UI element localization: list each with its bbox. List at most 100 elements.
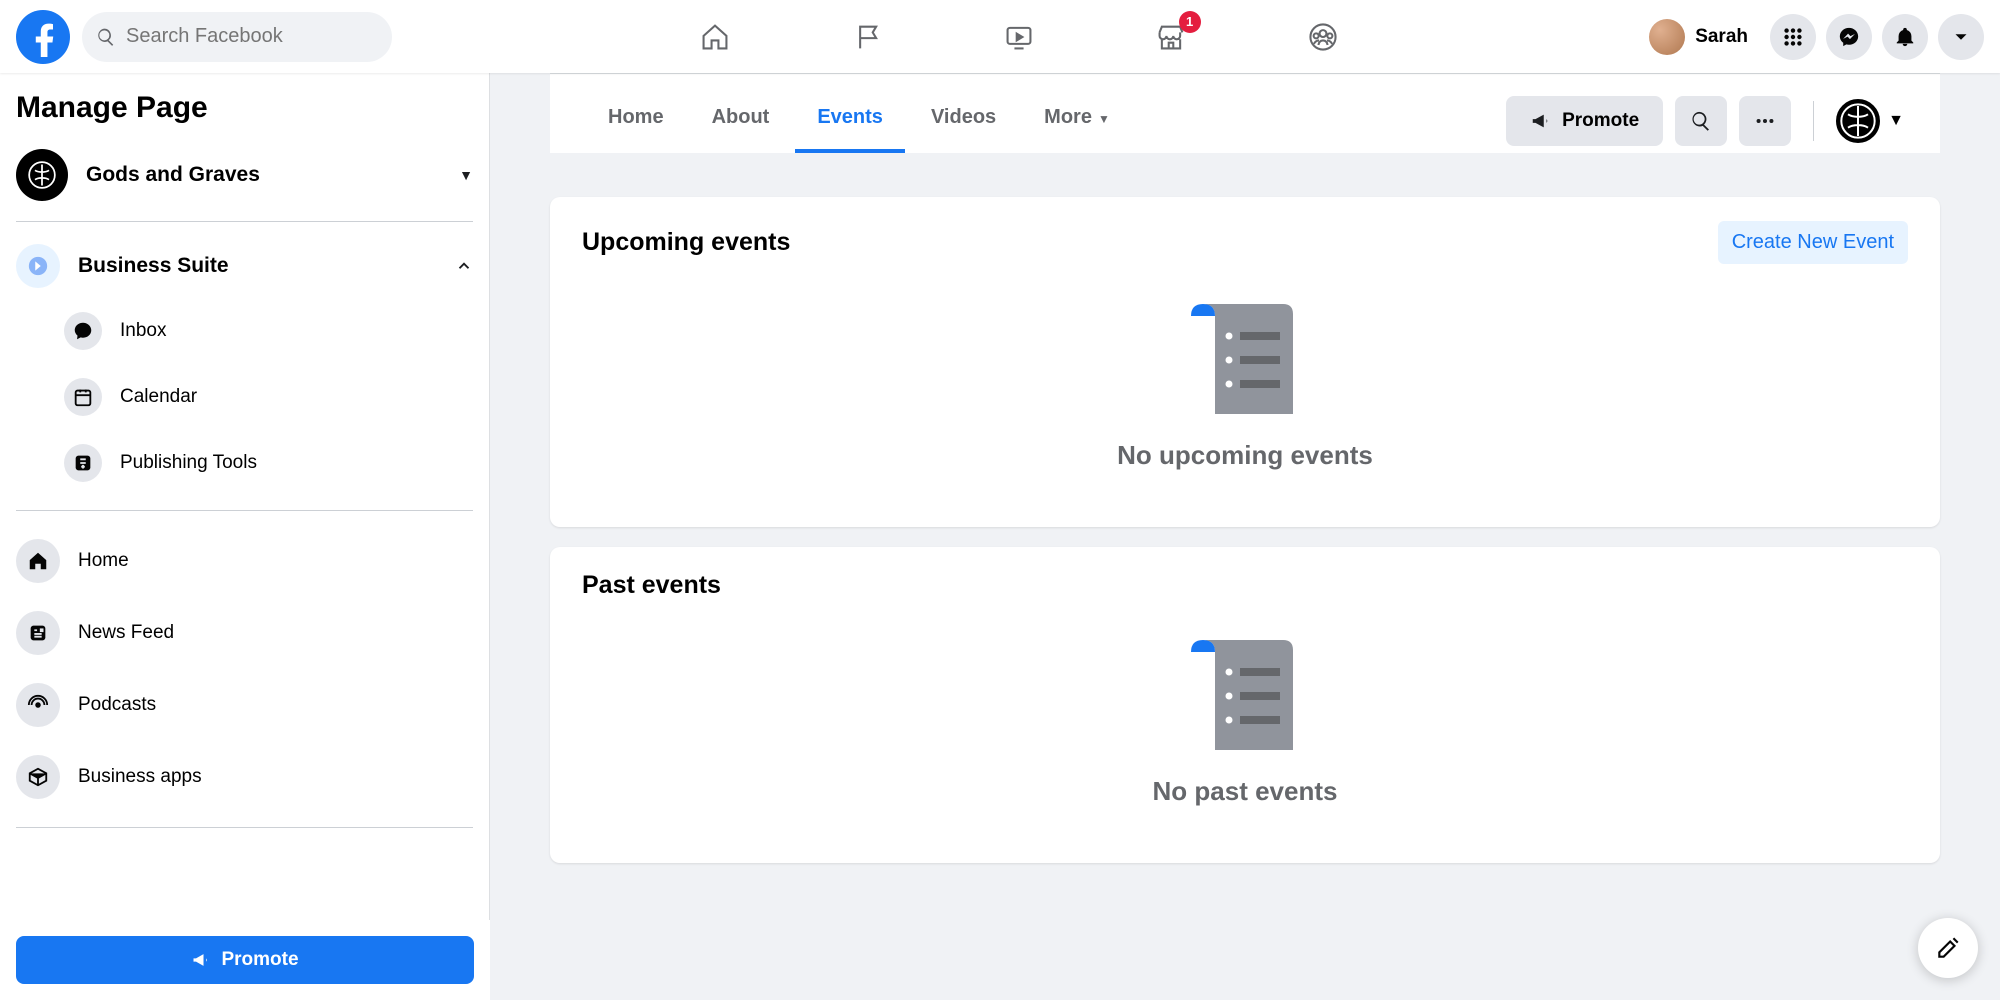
sidebar-item-calendar[interactable]: Calendar	[64, 364, 473, 430]
business-suite-icon	[16, 244, 60, 288]
empty-text: No past events	[1153, 776, 1338, 807]
sidebar-item-label: Business apps	[78, 766, 202, 788]
compose-fab[interactable]	[1918, 918, 1978, 978]
view-as-dropdown[interactable]: ▼	[1836, 99, 1904, 143]
sidebar-item-news-feed[interactable]: News Feed	[16, 597, 473, 669]
tab-videos[interactable]: Videos	[909, 88, 1018, 153]
past-events-card: Past events No past events	[550, 547, 1940, 863]
card-title: Upcoming events	[582, 228, 1718, 257]
sidebar-group-business-suite[interactable]: Business Suite	[16, 234, 473, 298]
page-avatar-icon	[1836, 99, 1880, 143]
sidebar-item-label: Publishing Tools	[120, 452, 257, 474]
upcoming-events-card: Upcoming events Create New Event No upco…	[550, 197, 1940, 527]
empty-state: No upcoming events	[582, 264, 1908, 471]
search-box[interactable]	[82, 12, 392, 62]
messenger-icon	[1838, 26, 1860, 48]
feed-icon	[16, 611, 60, 655]
nav-watch-icon[interactable]	[1003, 21, 1035, 53]
sidebar-item-label: News Feed	[78, 622, 174, 644]
compose-icon	[1935, 935, 1961, 961]
menu-button[interactable]	[1770, 14, 1816, 60]
nav-home-icon[interactable]	[699, 21, 731, 53]
promote-button[interactable]: Promote	[1506, 96, 1663, 146]
tab-label: Events	[817, 106, 883, 128]
search-input[interactable]	[126, 25, 378, 48]
page-logo-icon	[16, 149, 68, 201]
sidebar-item-home[interactable]: Home	[16, 525, 473, 597]
empty-state: No past events	[582, 600, 1908, 807]
tab-label: About	[712, 106, 770, 128]
profile-chip[interactable]: Sarah	[1645, 15, 1760, 59]
search-icon	[96, 27, 116, 47]
page-selector[interactable]: Gods and Graves ▼	[16, 143, 473, 222]
megaphone-icon	[1530, 110, 1552, 132]
nav-pages-icon[interactable]	[851, 21, 883, 53]
sidebar-item-label: Home	[78, 550, 129, 572]
marketplace-badge: 1	[1179, 11, 1201, 33]
page-name: Gods and Graves	[86, 163, 441, 187]
create-new-event-button[interactable]: Create New Event	[1718, 221, 1908, 264]
user-name: Sarah	[1695, 26, 1748, 48]
page-search-button[interactable]	[1675, 96, 1727, 146]
sidebar-item-label: Calendar	[120, 386, 197, 408]
sidebar-item-publishing-tools[interactable]: Publishing Tools	[64, 430, 473, 496]
sidebar-sub-list: Inbox Calendar Publishing Tools	[16, 298, 473, 496]
caret-down-icon: ▼	[1098, 112, 1110, 126]
sidebar-item-label: Podcasts	[78, 694, 156, 716]
caret-down-icon: ▼	[459, 167, 473, 183]
ellipsis-icon	[1754, 110, 1776, 132]
grid-icon	[1782, 26, 1804, 48]
account-dropdown-button[interactable]	[1938, 14, 1984, 60]
publishing-icon	[64, 444, 102, 482]
avatar	[1649, 19, 1685, 55]
sidebar-item-label: Inbox	[120, 320, 166, 342]
chevron-up-icon	[455, 257, 473, 275]
tab-label: More	[1044, 106, 1092, 128]
nav-groups-icon[interactable]	[1307, 21, 1339, 53]
empty-list-icon	[1185, 640, 1305, 750]
empty-text: No upcoming events	[1117, 440, 1373, 471]
top-header: 1 Sarah	[0, 0, 2000, 73]
center-nav: 1	[392, 21, 1645, 53]
divider	[16, 827, 473, 828]
sidebar-item-business-apps[interactable]: Business apps	[16, 741, 473, 813]
tab-label: Home	[608, 106, 664, 128]
tab-label: Videos	[931, 106, 996, 128]
sidebar-item-podcasts[interactable]: Podcasts	[16, 669, 473, 741]
megaphone-icon	[191, 950, 211, 970]
messenger-button[interactable]	[1826, 14, 1872, 60]
calendar-icon	[64, 378, 102, 416]
card-title: Past events	[582, 571, 1908, 600]
facebook-logo[interactable]	[16, 10, 70, 64]
right-nav: Sarah	[1645, 14, 1984, 60]
button-label: Promote	[221, 949, 298, 971]
podcast-icon	[16, 683, 60, 727]
sidebar: Manage Page Gods and Graves ▼ Business S…	[0, 73, 490, 1000]
content-area: Upcoming events Create New Event No upco…	[490, 153, 2000, 907]
sidebar-promote-button[interactable]: Promote	[16, 936, 474, 984]
sidebar-group-label: Business Suite	[78, 254, 437, 278]
main-area: Home About Events Videos More ▼ Promote	[490, 73, 2000, 1000]
chat-icon	[64, 312, 102, 350]
sidebar-footer: Promote	[0, 920, 490, 1000]
page-head-actions: Promote ▼	[1506, 96, 1904, 146]
sidebar-item-inbox[interactable]: Inbox	[64, 298, 473, 364]
caret-down-icon	[1950, 26, 1972, 48]
bell-icon	[1894, 26, 1916, 48]
page-more-button[interactable]	[1739, 96, 1791, 146]
divider	[1813, 101, 1814, 141]
divider	[16, 510, 473, 511]
caret-down-icon: ▼	[1888, 112, 1904, 130]
page-tab-bar: Home About Events Videos More ▼ Promote	[550, 73, 1940, 153]
home-icon	[16, 539, 60, 583]
button-label: Promote	[1562, 110, 1639, 132]
tab-more[interactable]: More ▼	[1022, 88, 1132, 153]
sidebar-title: Manage Page	[16, 91, 473, 125]
tab-about[interactable]: About	[690, 88, 792, 153]
tab-home[interactable]: Home	[586, 88, 686, 153]
box-icon	[16, 755, 60, 799]
tabs: Home About Events Videos More ▼	[586, 88, 1506, 153]
nav-marketplace-icon[interactable]: 1	[1155, 21, 1187, 53]
tab-events[interactable]: Events	[795, 88, 905, 153]
notifications-button[interactable]	[1882, 14, 1928, 60]
